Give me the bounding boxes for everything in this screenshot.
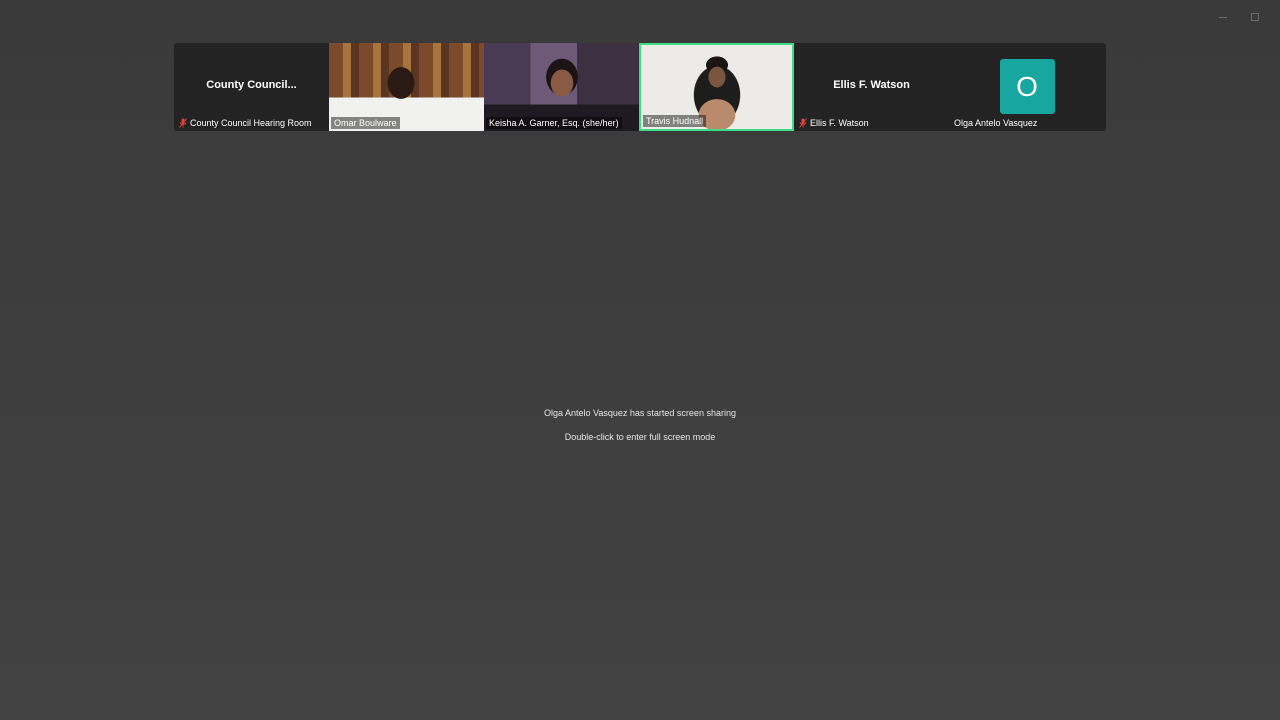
avatar: O (999, 59, 1055, 114)
participant-tile-keisha[interactable]: Keisha A. Garner, Esq. (she/her) (484, 43, 639, 131)
participant-label-text: Keisha A. Garner, Esq. (she/her) (489, 118, 619, 128)
participant-name-label: Travis Hudnall (643, 115, 707, 127)
participant-label-text: Travis Hudnall (646, 116, 704, 126)
mic-muted-icon (799, 118, 807, 128)
window-controls (1218, 12, 1260, 22)
participant-tile-olga[interactable]: O Olga Antelo Vasquez (949, 43, 1104, 131)
participant-tile-omar[interactable]: Omar Boulware (329, 43, 484, 131)
participant-label-text: County Council Hearing Room (190, 118, 312, 128)
participant-label-text: Omar Boulware (334, 118, 397, 128)
screen-share-notice: Olga Antelo Vasquez has started screen s… (544, 408, 736, 418)
participant-tile-county-council[interactable]: County Council... County Council Hearing… (174, 43, 329, 131)
participant-name-label: Olga Antelo Vasquez (951, 117, 1040, 129)
participant-tile-travis[interactable]: Travis Hudnall (639, 43, 794, 131)
participant-name-label: Omar Boulware (331, 117, 400, 129)
minimize-icon[interactable] (1218, 12, 1228, 22)
participant-tile-ellis[interactable]: Ellis F. Watson Ellis F. Watson (794, 43, 949, 131)
meeting-window: County Council... County Council Hearing… (0, 0, 1280, 720)
participant-name-label: Keisha A. Garner, Esq. (she/her) (486, 117, 622, 129)
participant-name-label: Ellis F. Watson (796, 117, 872, 129)
participant-label-text: Ellis F. Watson (810, 118, 869, 128)
participant-display-name: Ellis F. Watson (833, 79, 910, 91)
mic-muted-icon (179, 118, 187, 128)
participant-strip: County Council... County Council Hearing… (174, 43, 1106, 131)
participant-label-text: Olga Antelo Vasquez (954, 118, 1038, 128)
participant-display-name: County Council... (206, 79, 297, 91)
maximize-icon[interactable] (1250, 12, 1260, 22)
participant-name-label: County Council Hearing Room (176, 117, 315, 129)
fullscreen-hint: Double-click to enter full screen mode (564, 432, 716, 442)
